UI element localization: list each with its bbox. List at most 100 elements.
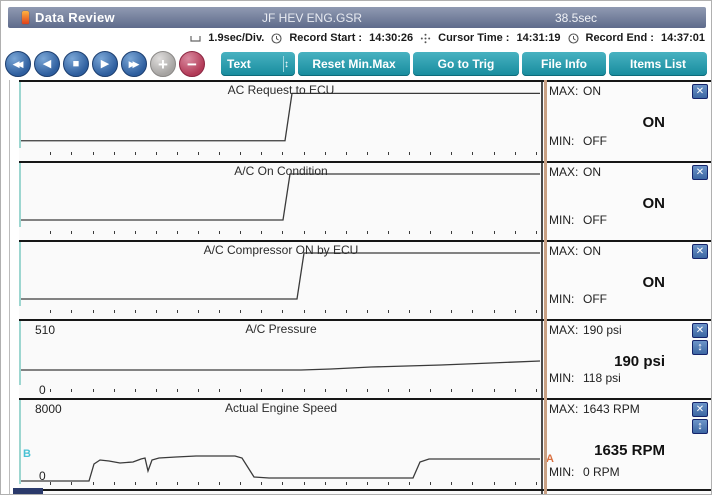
tick-mark: [177, 482, 178, 485]
scale-min-label: 0: [39, 383, 46, 397]
tick-mark: [50, 310, 51, 313]
close-channel-button[interactable]: ✕: [692, 244, 708, 259]
tick-mark: [515, 152, 516, 155]
adjust-scale-button[interactable]: ↕: [692, 340, 708, 355]
close-channel-button[interactable]: ✕: [692, 323, 708, 338]
record-info-bar: 1.9sec/Div. Record Start : 14:30:26 Curs…: [1, 28, 707, 48]
reset-minmax-button[interactable]: Reset Min.Max: [298, 52, 410, 76]
tick-mark: [219, 389, 220, 392]
tick-mark: [282, 152, 283, 155]
tick-mark: [515, 389, 516, 392]
current-value: 1635 RPM: [594, 442, 665, 459]
tick-mark: [261, 231, 262, 234]
tick-mark: [304, 482, 305, 485]
items-list-button[interactable]: Items List: [609, 52, 707, 76]
tick-mark: [156, 152, 157, 155]
zoom-in-button[interactable]: +: [150, 51, 176, 77]
min-label: MIN:: [549, 371, 583, 385]
time-cursor-line[interactable]: [544, 80, 547, 495]
tick-mark: [71, 389, 72, 392]
tick-mark: [71, 231, 72, 234]
tick-mark: [177, 152, 178, 155]
tick-mark: [536, 389, 537, 392]
zoom-out-button[interactable]: −: [179, 51, 205, 77]
time-axis-ticks: [19, 305, 541, 317]
tick-mark: [536, 231, 537, 234]
tick-mark: [156, 231, 157, 234]
tick-mark: [304, 152, 305, 155]
left-border-rail: [9, 80, 10, 495]
tick-mark: [93, 231, 94, 234]
tick-mark: [494, 310, 495, 313]
cursor-time-label: Cursor Time :: [438, 32, 509, 44]
tick-mark: [346, 310, 347, 313]
tick-mark: [536, 310, 537, 313]
tick-mark: [50, 389, 51, 392]
horizontal-scrollbar[interactable]: [13, 488, 43, 494]
close-channel-button[interactable]: ✕: [692, 402, 708, 417]
tick-mark: [388, 389, 389, 392]
adjust-scale-button[interactable]: ↕: [692, 419, 708, 434]
plot-ac-compressor[interactable]: A/C Compressor ON by ECU: [19, 242, 541, 306]
record-start-value: 14:30:26: [369, 32, 413, 44]
tick-mark: [409, 389, 410, 392]
tick-mark: [430, 152, 431, 155]
plot-ac-request[interactable]: AC Request to ECU: [19, 82, 541, 148]
tick-mark: [304, 231, 305, 234]
close-channel-button[interactable]: ✕: [692, 84, 708, 99]
value-panel-ac-on-condition: MAX:ON ON MIN:OFF ✕: [541, 163, 711, 240]
step-back-button[interactable]: ◀: [34, 51, 60, 77]
stop-button[interactable]: ■: [63, 51, 89, 77]
tick-mark: [325, 389, 326, 392]
tick-mark: [409, 482, 410, 485]
tick-mark: [409, 310, 410, 313]
min-label: MIN:: [549, 292, 583, 306]
tick-mark: [198, 152, 199, 155]
max-label: MAX:: [549, 323, 583, 337]
tick-mark: [71, 482, 72, 485]
min-value: 0 RPM: [583, 465, 620, 479]
tick-mark: [472, 389, 473, 392]
tick-mark: [240, 389, 241, 392]
tick-mark: [430, 389, 431, 392]
tick-mark: [114, 482, 115, 485]
tick-mark: [367, 152, 368, 155]
tick-mark: [346, 482, 347, 485]
tick-mark: [494, 482, 495, 485]
rewind-button[interactable]: ◀◀: [5, 51, 31, 77]
tick-mark: [515, 310, 516, 313]
plot-ac-on-condition[interactable]: A/C On Condition: [19, 163, 541, 227]
min-value: OFF: [583, 134, 607, 148]
channel-engine-speed: 8000 Actual Engine Speed B 0 MAX:1643 RP…: [19, 398, 711, 495]
channel-title: A/C Compressor ON by ECU: [21, 243, 541, 257]
tick-mark: [219, 152, 220, 155]
tick-mark: [93, 152, 94, 155]
fast-forward-button[interactable]: ▶▶: [121, 51, 147, 77]
close-channel-button[interactable]: ✕: [692, 165, 708, 180]
tick-mark: [240, 310, 241, 313]
display-mode-select[interactable]: Text ↕: [221, 52, 295, 76]
current-value: 190 psi: [614, 353, 665, 370]
tick-mark: [451, 310, 452, 313]
tick-mark: [50, 152, 51, 155]
channel-title: A/C Pressure: [21, 322, 541, 336]
tick-mark: [50, 482, 51, 485]
record-end-value: 14:37:01: [661, 32, 705, 44]
tick-mark: [135, 310, 136, 313]
tick-mark: [135, 152, 136, 155]
page-title: Data Review: [35, 10, 115, 25]
value-panel-ac-pressure: MAX:190 psi 190 psi MIN:118 psi ✕ ↕: [541, 321, 711, 398]
tick-mark: [219, 482, 220, 485]
elapsed-time: 38.5sec: [446, 11, 706, 25]
plot-engine-speed[interactable]: 8000 Actual Engine Speed B: [19, 400, 541, 484]
tick-mark: [388, 231, 389, 234]
go-to-trig-button[interactable]: Go to Trig: [413, 52, 519, 76]
tick-mark: [93, 310, 94, 313]
playback-toolbar: ◀◀ ◀ ■ ▶ ▶▶ + − Text ↕ Reset Min.Max Go …: [5, 49, 709, 79]
channel-ac-pressure: 510 A/C Pressure 0 MAX:190 psi 190 psi M…: [19, 319, 711, 398]
max-label: MAX:: [549, 402, 583, 416]
plot-ac-pressure[interactable]: 510 A/C Pressure: [19, 321, 541, 385]
file-info-button[interactable]: File Info: [522, 52, 606, 76]
tick-mark: [282, 231, 283, 234]
play-button[interactable]: ▶: [92, 51, 118, 77]
